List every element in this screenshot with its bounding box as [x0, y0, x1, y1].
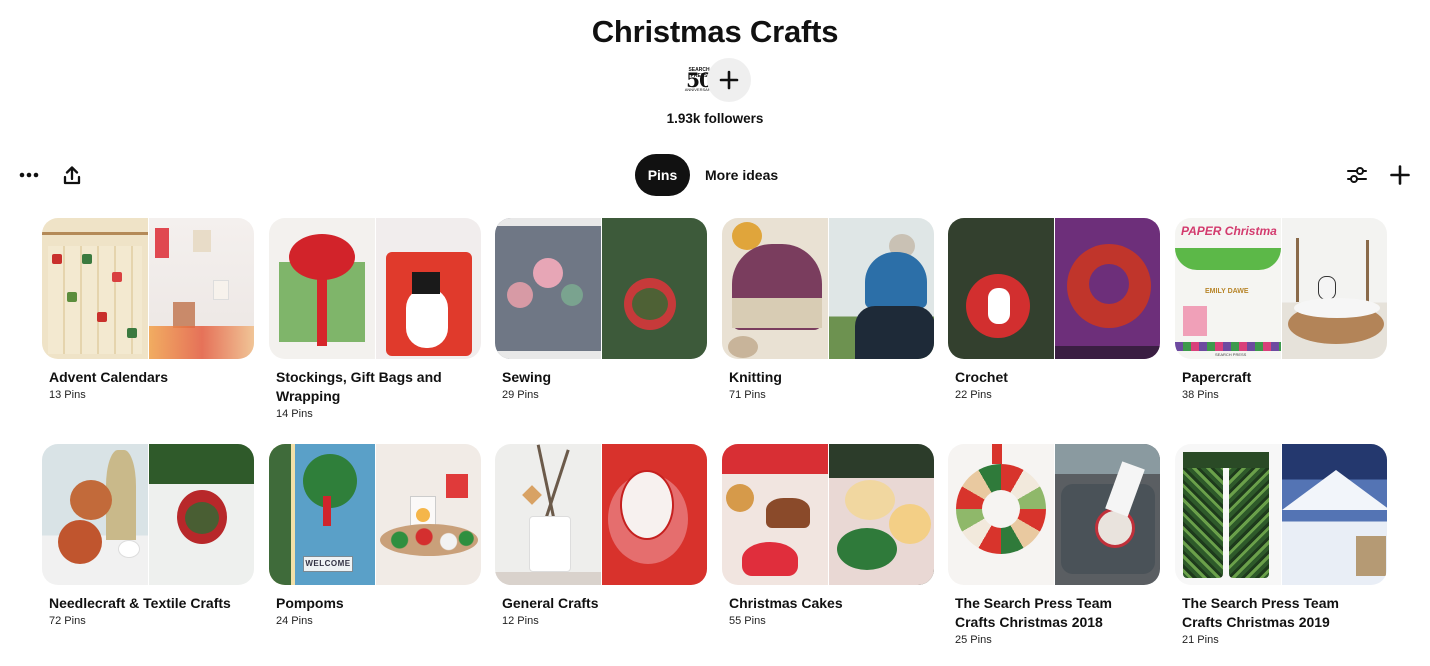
- ellipsis-icon: [19, 172, 39, 178]
- cover-image-right: [375, 218, 481, 359]
- cover-image-left: [722, 218, 828, 359]
- cover-image-left: [269, 218, 375, 359]
- cover-image-left: [1175, 444, 1281, 585]
- section-card-team-crafts-2019[interactable]: The Search Press Team Crafts Christmas 2…: [1175, 444, 1387, 646]
- section-title: Sewing: [502, 369, 552, 385]
- section-title: Advent Calendars: [49, 369, 169, 385]
- cover-image-right: [828, 444, 934, 585]
- section-card-general-crafts[interactable]: General Crafts 12 Pins: [495, 444, 707, 627]
- more-options-button[interactable]: [13, 159, 45, 191]
- sliders-icon: [1347, 167, 1367, 183]
- cover-image-right: [148, 218, 254, 359]
- filter-button[interactable]: [1341, 159, 1373, 191]
- add-collaborator-button[interactable]: [707, 58, 751, 102]
- tab-more-ideas[interactable]: More ideas: [690, 154, 792, 196]
- section-pin-count: 72 Pins: [49, 615, 86, 627]
- book-author: EMILY DAWE: [1205, 288, 1249, 295]
- section-card-papercraft[interactable]: PAPER Christmas EMILY DAWE SEARCH PRESS …: [1175, 218, 1387, 401]
- section-cover[interactable]: [722, 218, 934, 359]
- book-headline: PAPER Christmas: [1181, 224, 1277, 238]
- cover-image-left: [42, 218, 148, 359]
- cover-image-right: [1054, 444, 1160, 585]
- collaborators: SEARCH PRESS 50 ANNIVERSARY: [679, 58, 751, 102]
- cover-image-right: [601, 218, 707, 359]
- section-pin-count: 71 Pins: [729, 389, 766, 401]
- section-cover[interactable]: WELCOME: [269, 444, 481, 585]
- cover-image-left: [948, 444, 1054, 585]
- section-title: Stockings, Gift Bags and Wrapping: [276, 369, 442, 404]
- plus-icon: [719, 70, 739, 90]
- section-pin-count: 12 Pins: [502, 615, 539, 627]
- cover-image-left: [495, 218, 601, 359]
- section-card-crochet[interactable]: Crochet 22 Pins: [948, 218, 1160, 401]
- section-pin-count: 38 Pins: [1182, 389, 1219, 401]
- cover-image-right: [601, 444, 707, 585]
- section-cover[interactable]: [948, 218, 1160, 359]
- section-title: The Search Press Team Crafts Christmas 2…: [955, 595, 1112, 630]
- cover-image-left: [42, 444, 148, 585]
- board-title: Christmas Crafts: [591, 14, 839, 49]
- tab-pins[interactable]: Pins: [635, 154, 690, 196]
- section-cover[interactable]: [722, 444, 934, 585]
- section-card-team-crafts-2018[interactable]: The Search Press Team Crafts Christmas 2…: [948, 444, 1160, 646]
- section-title: Papercraft: [1182, 369, 1252, 385]
- section-title: General Crafts: [502, 595, 599, 611]
- section-title: Needlecraft & Textile Crafts: [49, 595, 231, 611]
- cover-image-right: [1054, 218, 1160, 359]
- section-pin-count: 24 Pins: [276, 615, 313, 627]
- sections-grid: Advent Calendars 13 Pins Stockings, Gift…: [42, 218, 1388, 658]
- cover-image-left: [948, 218, 1054, 359]
- section-cover[interactable]: [948, 444, 1160, 585]
- section-pin-count: 55 Pins: [729, 615, 766, 627]
- board-tabs: Pins More ideas: [635, 154, 792, 196]
- share-button[interactable]: [56, 159, 88, 191]
- section-cover[interactable]: PAPER Christmas EMILY DAWE SEARCH PRESS: [1175, 218, 1387, 359]
- section-pin-count: 13 Pins: [49, 389, 86, 401]
- followers-count[interactable]: 1.93k followers: [0, 111, 1430, 126]
- section-card-needlecraft[interactable]: Needlecraft & Textile Crafts 72 Pins: [42, 444, 254, 627]
- cover-image-left: WELCOME: [269, 444, 375, 585]
- section-cover[interactable]: [42, 444, 254, 585]
- cover-image-right: [148, 444, 254, 585]
- share-upload-icon: [63, 165, 81, 184]
- welcome-sign: WELCOME: [303, 556, 353, 572]
- section-cover[interactable]: [269, 218, 481, 359]
- cover-image-right: [828, 218, 934, 359]
- cover-image-left: PAPER Christmas EMILY DAWE SEARCH PRESS: [1175, 218, 1281, 359]
- section-card-pompoms[interactable]: WELCOME Pompoms 24 Pins: [269, 444, 481, 627]
- section-card-stockings[interactable]: Stockings, Gift Bags and Wrapping 14 Pin…: [269, 218, 481, 420]
- book-publisher: SEARCH PRESS: [1215, 352, 1247, 357]
- section-pin-count: 25 Pins: [955, 634, 992, 646]
- add-section-button[interactable]: [1384, 159, 1416, 191]
- section-cover[interactable]: [495, 218, 707, 359]
- section-card-knitting[interactable]: Knitting 71 Pins: [722, 218, 934, 401]
- section-pin-count: 21 Pins: [1182, 634, 1219, 646]
- section-title: Knitting: [729, 369, 782, 385]
- section-title: Pompoms: [276, 595, 344, 611]
- section-pin-count: 14 Pins: [276, 408, 313, 420]
- plus-icon: [1390, 165, 1410, 185]
- section-cover[interactable]: [1175, 444, 1387, 585]
- cover-image-right: [1281, 218, 1387, 359]
- cover-image-left: [722, 444, 828, 585]
- section-cover[interactable]: [42, 218, 254, 359]
- section-title: The Search Press Team Crafts Christmas 2…: [1182, 595, 1339, 630]
- section-pin-count: 22 Pins: [955, 389, 992, 401]
- section-card-advent-calendars[interactable]: Advent Calendars 13 Pins: [42, 218, 254, 401]
- section-card-sewing[interactable]: Sewing 29 Pins: [495, 218, 707, 401]
- section-title: Christmas Cakes: [729, 595, 843, 611]
- section-card-christmas-cakes[interactable]: Christmas Cakes 55 Pins: [722, 444, 934, 627]
- cover-image-left: [495, 444, 601, 585]
- cover-image-right: [1281, 444, 1387, 585]
- cover-image-right: [375, 444, 481, 585]
- section-cover[interactable]: [495, 444, 707, 585]
- section-title: Crochet: [955, 369, 1008, 385]
- section-pin-count: 29 Pins: [502, 389, 539, 401]
